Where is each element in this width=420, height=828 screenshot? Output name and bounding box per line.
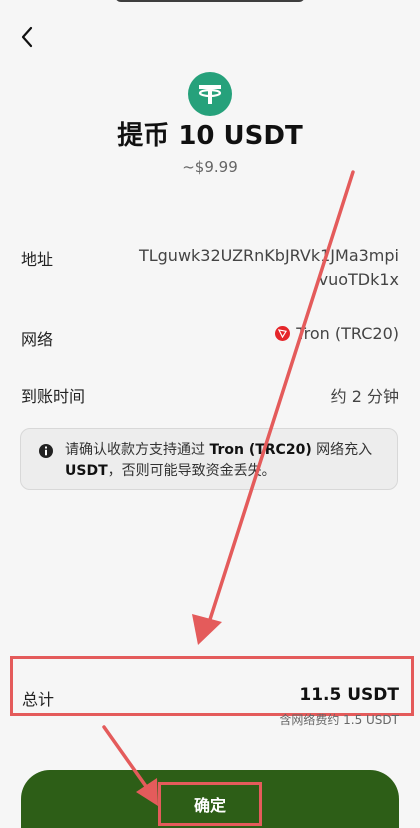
tether-icon: [188, 72, 232, 116]
network-label: 网络: [21, 330, 54, 349]
fiat-value: ~$9.99: [182, 158, 238, 176]
address-line-1: TLguwk32UZRnKbJRVk1JMa3mpi: [138, 246, 399, 265]
arrival-time-value: 约 2 分钟: [330, 387, 399, 406]
arrival-time-label: 到账时间: [21, 387, 86, 406]
total-amount: 11.5 USDT: [299, 685, 399, 705]
info-icon: [39, 444, 53, 458]
notice-token: USDT: [65, 463, 108, 479]
tron-icon: [275, 326, 291, 341]
back-button[interactable]: [12, 22, 42, 52]
status-bar-pill: [115, 0, 305, 2]
annotation-arrow-to-total: [192, 170, 355, 645]
notice-text-1: 请确认收款方支持通过: [65, 442, 210, 458]
page-title: 提币 10 USDT: [117, 121, 303, 151]
network-fee-note: 含网络费约 1.5 USDT: [279, 713, 399, 727]
warning-notice: 请确认收款方支持通过 Tron (TRC20) 网络充入 USDT，否则可能导致…: [20, 428, 398, 490]
network-name: Tron (TRC20): [296, 324, 399, 343]
address-line-2: vuoTDk1x: [318, 270, 399, 289]
network-value: Tron (TRC20): [275, 324, 399, 343]
notice-text-2: 网络充入: [311, 442, 373, 458]
total-label: 总计: [22, 690, 55, 709]
address-label: 地址: [21, 250, 54, 269]
address-value: TLguwk32UZRnKbJRVk1JMa3mpi vuoTDk1x: [99, 244, 399, 292]
confirm-button-label[interactable]: 确定: [158, 782, 262, 826]
notice-text-3: ，否则可能导致资金丢失。: [107, 463, 276, 479]
chevron-left-icon: [21, 26, 33, 48]
notice-network: Tron (TRC20): [209, 442, 312, 458]
